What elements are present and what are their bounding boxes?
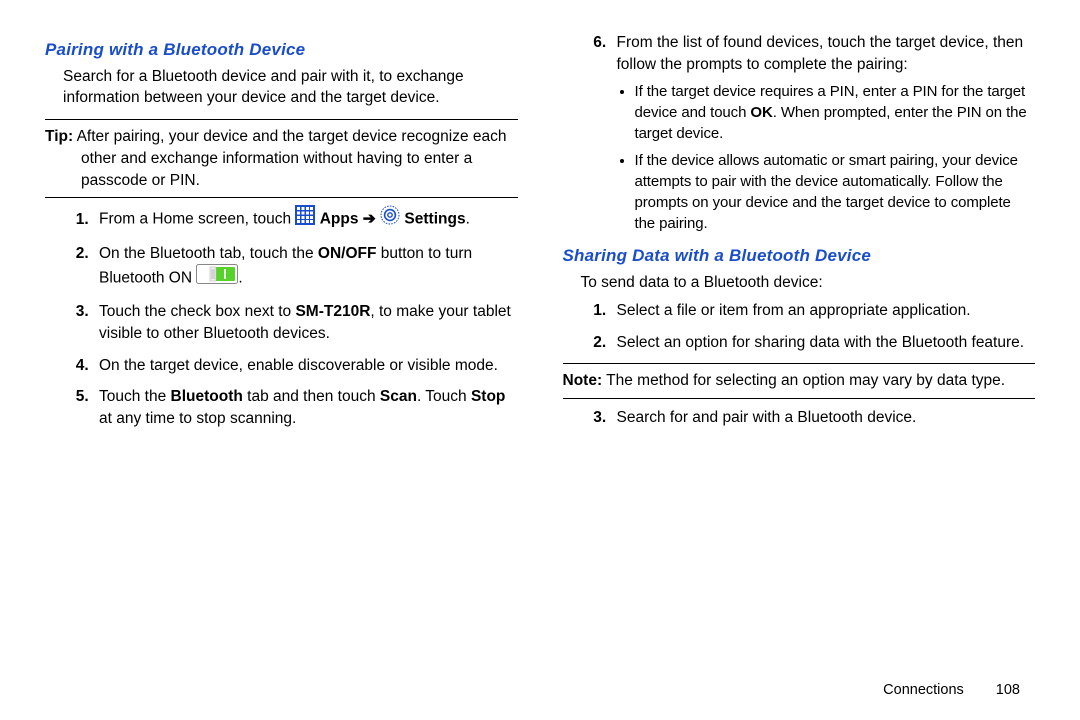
step-text: tab and then touch	[243, 388, 380, 405]
step-text: From the list of found devices, touch th…	[617, 34, 1024, 73]
step-text: On the target device, enable discoverabl…	[99, 357, 498, 374]
bluetooth-label: Bluetooth	[171, 388, 243, 405]
steps-pairing-cont: From the list of found devices, touch th…	[563, 32, 1036, 234]
step-end: .	[238, 269, 242, 286]
step-1: From a Home screen, touch Apps ➔ Setting…	[93, 206, 518, 233]
note-label: Note:	[563, 372, 603, 389]
bullet-pin: If the target device requires a PIN, ent…	[635, 81, 1036, 144]
right-column: From the list of found devices, touch th…	[563, 30, 1036, 700]
step-4: On the target device, enable discoverabl…	[93, 355, 518, 377]
note-block: Note: The method for selecting an option…	[563, 370, 1036, 392]
steps-pairing: From a Home screen, touch Apps ➔ Setting…	[45, 206, 518, 430]
divider	[563, 398, 1036, 399]
step-end: .	[466, 211, 470, 228]
onoff-label: ON/OFF	[318, 245, 377, 262]
footer-page-number: 108	[996, 680, 1020, 700]
settings-gear-icon	[380, 205, 400, 232]
step-text: Touch the	[99, 388, 171, 405]
step-text: Touch the check box next to	[99, 303, 295, 320]
heading-pairing: Pairing with a Bluetooth Device	[45, 38, 518, 62]
model-label: SM-T210R	[295, 303, 370, 320]
toggle-on-icon	[196, 264, 238, 291]
intro-pairing: Search for a Bluetooth device and pair w…	[63, 66, 518, 109]
stop-label: Stop	[471, 388, 505, 405]
footer-section: Connections	[883, 682, 964, 698]
tip-block: Tip: After pairing, your device and the …	[45, 126, 518, 191]
divider	[563, 363, 1036, 364]
steps-sharing: Select a file or item from an appropriat…	[563, 300, 1036, 353]
step-text: From a Home screen, touch	[99, 211, 295, 228]
share-step-1: Select a file or item from an appropriat…	[611, 300, 1036, 322]
bullet-auto: If the device allows automatic or smart …	[635, 150, 1036, 234]
share-step-3: Search for and pair with a Bluetooth dev…	[611, 407, 1036, 429]
settings-label: Settings	[404, 211, 465, 228]
step-text: Select a file or item from an appropriat…	[617, 302, 971, 319]
divider	[45, 119, 518, 120]
substeps: If the target device requires a PIN, ent…	[617, 81, 1036, 234]
step-text: Select an option for sharing data with t…	[617, 334, 1025, 351]
arrow-icon: ➔	[363, 211, 376, 228]
left-column: Pairing with a Bluetooth Device Search f…	[45, 30, 518, 700]
apps-label: Apps	[320, 211, 363, 228]
share-step-2: Select an option for sharing data with t…	[611, 332, 1036, 354]
scan-label: Scan	[380, 388, 417, 405]
step-text: On the Bluetooth tab, touch the	[99, 245, 318, 262]
step-3: Touch the check box next to SM-T210R, to…	[93, 301, 518, 344]
tip-body: After pairing, your device and the targe…	[73, 128, 506, 188]
step-text: Search for and pair with a Bluetooth dev…	[617, 409, 917, 426]
step-6: From the list of found devices, touch th…	[611, 32, 1036, 234]
bullet-text: If the device allows automatic or smart …	[635, 152, 1018, 232]
apps-grid-icon	[295, 205, 315, 232]
step-text: . Touch	[417, 388, 471, 405]
tip-label: Tip:	[45, 128, 73, 145]
intro-sharing: To send data to a Bluetooth device:	[581, 272, 1036, 294]
steps-sharing-cont: Search for and pair with a Bluetooth dev…	[563, 407, 1036, 429]
ok-label: OK	[750, 104, 772, 121]
divider	[45, 197, 518, 198]
step-5: Touch the Bluetooth tab and then touch S…	[93, 386, 518, 429]
step-text: at any time to stop scanning.	[99, 410, 296, 427]
step-2: On the Bluetooth tab, touch the ON/OFF b…	[93, 243, 518, 291]
page-footer: Connections 108	[883, 680, 1020, 700]
tip-text: Tip: After pairing, your device and the …	[45, 126, 518, 191]
note-body: The method for selecting an option may v…	[602, 372, 1005, 389]
note-text: Note: The method for selecting an option…	[563, 370, 1036, 392]
heading-sharing: Sharing Data with a Bluetooth Device	[563, 244, 1036, 268]
